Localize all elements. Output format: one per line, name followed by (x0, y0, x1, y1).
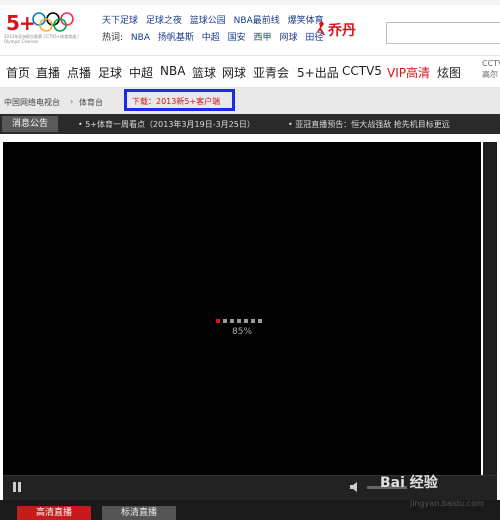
headline-links-row2: 热词: NBA 扬帆基斯 中超 国安 西甲 网球 田径 (102, 30, 328, 43)
nav-right-line2: 高尔 (482, 70, 498, 79)
headline-link[interactable]: 足球之夜 (146, 16, 182, 26)
notice-item[interactable]: • 5+体育一周看点（2013年3月19日-3月25日） (78, 119, 255, 130)
hot-words-label: 热词: (102, 33, 124, 43)
hot-word-link[interactable]: 西甲 (254, 33, 272, 43)
download-client-link[interactable]: 下载：2013新5+客户端 (132, 96, 220, 107)
nav-item-live[interactable]: 直播 (36, 64, 60, 81)
hd-live-button[interactable]: 高清直播 (17, 506, 91, 520)
hot-word-link[interactable]: 网球 (279, 33, 297, 43)
hot-word-link[interactable]: 扬帆基斯 (158, 33, 194, 43)
nav-item-youth-games[interactable]: 亚青会 (253, 64, 289, 81)
nav-item-tennis[interactable]: 网球 (222, 64, 246, 81)
nav-right-line1: CCTV (482, 59, 500, 68)
hot-word-link[interactable]: NBA (131, 33, 150, 43)
baidu-watermark-url: jingyan.baidu.com (410, 499, 484, 508)
hot-word-link[interactable]: 中超 (202, 33, 220, 43)
nav-item-vod[interactable]: 点播 (67, 64, 91, 81)
notice-label: 消息公告 (2, 116, 58, 132)
logo-caption: 2013年亚洲职业联赛 CCTV5+体育频道 / Olympic Channel (4, 34, 79, 44)
nav-right-cut[interactable]: CCTV 高尔 (482, 58, 500, 80)
nav-item-nba[interactable]: NBA (160, 64, 185, 78)
volume-icon[interactable] (350, 482, 362, 492)
brand-ad[interactable]: 乔丹 (328, 20, 356, 40)
nav-item-football[interactable]: 足球 (98, 64, 122, 81)
breadcrumb-bar (0, 88, 500, 114)
nav-item-csl[interactable]: 中超 (129, 64, 153, 81)
nav-item-gallery[interactable]: 炫图 (437, 64, 461, 81)
pause-icon[interactable] (12, 482, 22, 492)
player-top-gap (0, 134, 500, 142)
notice-item[interactable]: • 亚冠直播预告：恒大战强敌 抢先机目标更远 (288, 119, 450, 130)
nav-item-basketball[interactable]: 篮球 (192, 64, 216, 81)
nav-item-cctv5[interactable]: CCTV5 (342, 64, 382, 78)
headline-link[interactable]: NBA最前线 (234, 16, 280, 26)
baidu-watermark-logo: Bai 经验 (380, 475, 438, 491)
search-input[interactable] (386, 22, 500, 44)
olympic-rings-icon (32, 12, 74, 32)
nav-item-vip-hd[interactable]: VIP高清 (387, 64, 430, 81)
sd-live-button[interactable]: 标清直播 (102, 506, 176, 520)
breadcrumb-section[interactable]: 体育台 (79, 97, 103, 108)
hot-word-link[interactable]: 国安 (228, 33, 246, 43)
main-nav: 首页 直播 点播 足球 中超 NBA 篮球 网球 亚青会 5+出品 CCTV5 … (0, 55, 500, 88)
breadcrumb-separator: › (70, 97, 74, 106)
headline-link[interactable]: 天下足球 (102, 16, 138, 26)
jordan-logo-icon (317, 21, 325, 35)
nav-item-5plus[interactable]: 5+出品 (297, 64, 339, 81)
breadcrumb-site[interactable]: 中国网络电视台 (4, 97, 60, 108)
headline-links-row1: 天下足球 足球之夜 篮球公园 NBA最前线 爆笑体育 (102, 13, 329, 26)
loading-indicator (216, 319, 262, 323)
nav-item-home[interactable]: 首页 (6, 64, 30, 81)
headline-link[interactable]: 篮球公园 (190, 16, 226, 26)
video-player[interactable] (3, 142, 481, 475)
loading-percent: 85% (232, 327, 253, 337)
page-scrollbar[interactable] (483, 142, 497, 475)
